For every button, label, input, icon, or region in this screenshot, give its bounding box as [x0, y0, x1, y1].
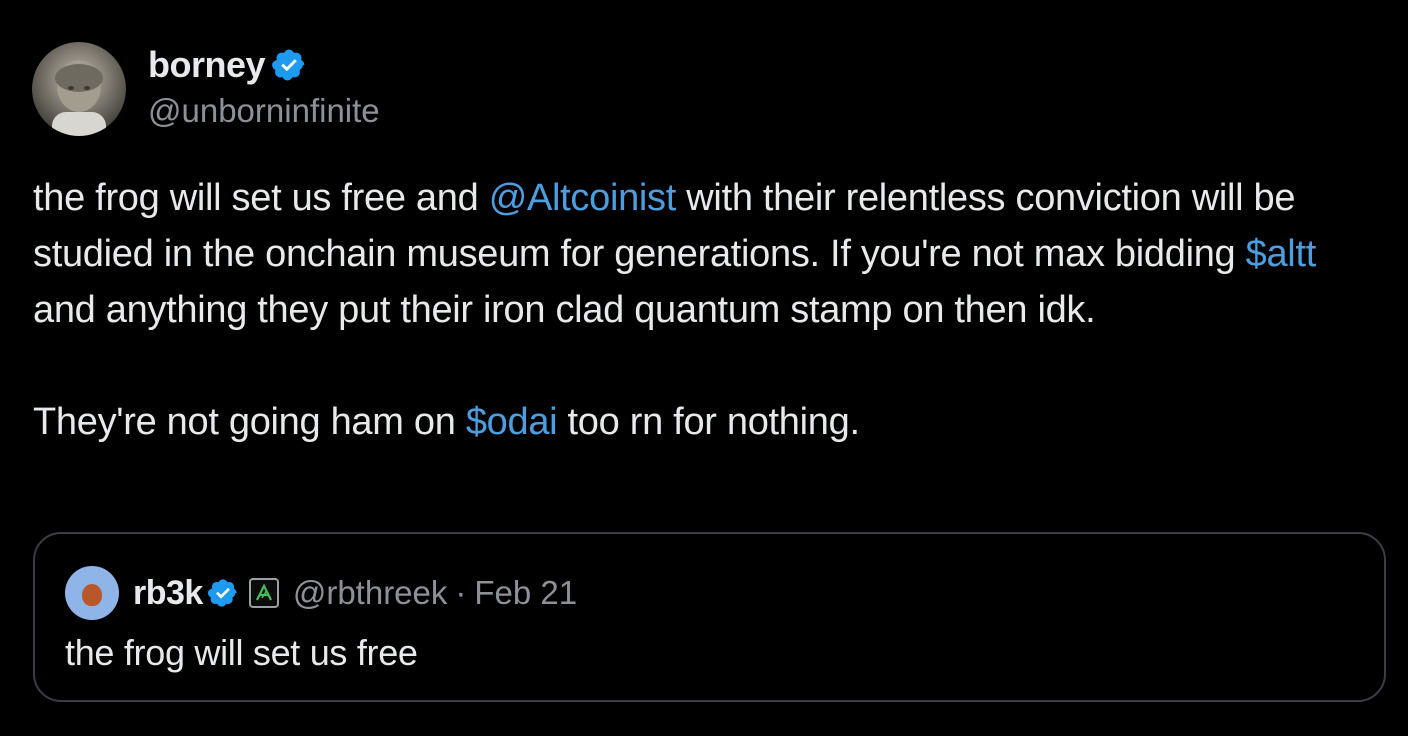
tweet-text: the frog will set us free and @Altcoinis…: [33, 170, 1388, 450]
avatar-flame-graphic: [82, 584, 102, 606]
text-segment: They're not going ham on: [33, 401, 466, 443]
mention-link[interactable]: @Altcoinist: [489, 177, 677, 219]
avatar-portrait: [52, 60, 106, 136]
quoted-tweet-card[interactable]: rb3k @rbthreek · Feb 21 the frog will se…: [33, 532, 1386, 702]
author-handle[interactable]: @unborninfinite: [148, 92, 380, 130]
text-segment: too rn for nothing.: [557, 401, 860, 443]
tweet: borney @unborninfinite the frog will set…: [0, 0, 1408, 736]
affiliate-badge-icon[interactable]: [248, 578, 279, 608]
quoted-author-avatar[interactable]: [65, 566, 119, 620]
cashtag-link[interactable]: $odai: [466, 401, 558, 443]
author-avatar[interactable]: [32, 42, 126, 136]
quoted-author-handle[interactable]: @rbthreek: [293, 574, 448, 612]
author-block: borney @unborninfinite: [148, 40, 380, 130]
verified-badge-icon: [207, 579, 237, 607]
quoted-tweet-text: the frog will set us free: [65, 632, 418, 673]
quoted-author-name[interactable]: rb3k: [133, 574, 203, 613]
author-name[interactable]: borney: [148, 44, 266, 86]
tweet-paragraph-1: the frog will set us free and @Altcoinis…: [33, 170, 1388, 338]
quoted-tweet-date[interactable]: Feb 21: [474, 574, 577, 612]
cashtag-link[interactable]: $altt: [1246, 233, 1317, 275]
separator-dot: ·: [455, 574, 467, 611]
quoted-tweet-header: rb3k @rbthreek · Feb 21: [65, 566, 577, 620]
text-segment: and anything they put their iron clad qu…: [33, 289, 1096, 331]
author-name-row: borney: [148, 40, 380, 90]
text-segment: the frog will set us free and: [33, 177, 489, 219]
verified-badge-icon: [272, 49, 305, 81]
tweet-paragraph-2: They're not going ham on $odai too rn fo…: [33, 394, 1388, 450]
